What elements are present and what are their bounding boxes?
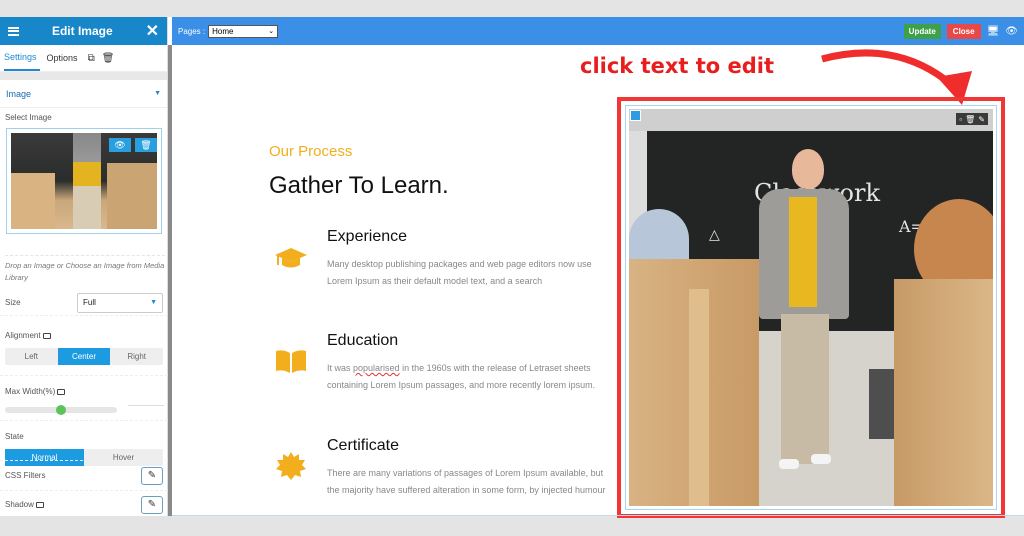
size-row: Size Full ▼ bbox=[0, 290, 168, 316]
divider bbox=[0, 72, 167, 80]
page-canvas: Our Process Gather To Learn. Experience … bbox=[172, 45, 1024, 518]
max-width-label: Max Width(%) bbox=[5, 387, 66, 396]
select-image-label: Select Image bbox=[5, 113, 52, 122]
max-width-input-line[interactable] bbox=[128, 405, 164, 406]
photo-wall bbox=[629, 109, 993, 131]
image-widget[interactable]: Classwork A=L △ bbox=[625, 105, 997, 510]
max-width-row: Max Width(%) bbox=[0, 375, 168, 415]
feature-text-part: It was bbox=[327, 363, 354, 373]
section-image-toggle[interactable]: Image ▼ bbox=[0, 80, 167, 108]
shadow-row: Shadow ✎ bbox=[0, 490, 168, 518]
chalk-triangle: △ bbox=[709, 227, 720, 243]
graduation-cap-icon bbox=[275, 248, 307, 268]
chevron-down-icon: ▼ bbox=[150, 299, 157, 306]
pencil-icon: ✎ bbox=[147, 469, 157, 481]
widget-handle-icon[interactable] bbox=[630, 110, 641, 121]
feature-text[interactable]: There are many variations of passages of… bbox=[327, 465, 612, 499]
pages-label: Pages : bbox=[178, 26, 206, 36]
desktop-icon[interactable] bbox=[42, 332, 51, 339]
feature-text[interactable]: It was popularised in the 1960s with the… bbox=[327, 360, 612, 394]
alignment-row: Alignment Left Center Right bbox=[0, 325, 168, 365]
photo-desk-right bbox=[894, 279, 993, 506]
trash-icon[interactable]: 🗑 bbox=[965, 115, 975, 124]
close-icon[interactable]: ✕ bbox=[146, 21, 159, 41]
align-right-button[interactable]: Right bbox=[110, 348, 163, 365]
menu-icon[interactable] bbox=[8, 26, 19, 36]
css-filters-edit-button[interactable]: ✎ bbox=[141, 466, 163, 485]
photo-shoe bbox=[811, 454, 831, 464]
close-button[interactable]: Close bbox=[946, 23, 981, 39]
editor-app: Edit Image ✕ Settings Options ⧉ 🗑 Image … bbox=[0, 17, 1024, 518]
desktop-icon[interactable] bbox=[57, 388, 66, 395]
preview-eye-icon[interactable]: 👁 bbox=[109, 138, 131, 152]
image-picker[interactable]: 👁 🗑 bbox=[6, 128, 162, 234]
slider-handle[interactable] bbox=[56, 405, 66, 415]
pencil-icon: ✎ bbox=[147, 498, 157, 510]
feature-title[interactable]: Education bbox=[327, 332, 398, 350]
sidebar-tabs: Settings Options ⧉ 🗑 bbox=[0, 45, 167, 72]
certificate-badge-icon bbox=[276, 452, 306, 480]
feature-title[interactable]: Experience bbox=[327, 228, 407, 246]
thumb-desk-left bbox=[11, 173, 55, 229]
section-headline[interactable]: Gather To Learn. bbox=[269, 172, 449, 200]
duplicate-icon[interactable]: ⧉ bbox=[88, 53, 95, 64]
css-filters-label: CSS Filters bbox=[5, 471, 46, 480]
tab-options[interactable]: Options bbox=[47, 46, 81, 70]
alignment-label: Alignment bbox=[5, 331, 51, 340]
topbar-actions: Update Close 🖥 👁 bbox=[903, 23, 1024, 39]
feature-text[interactable]: Many desktop publishing packages and web… bbox=[327, 256, 612, 290]
alignment-segmented: Left Center Right bbox=[5, 348, 163, 365]
caret-down-icon: ▼ bbox=[154, 90, 161, 97]
edit-sidebar: Edit Image ✕ Settings Options ⧉ 🗑 Image … bbox=[0, 17, 168, 516]
tab-settings[interactable]: Settings bbox=[4, 45, 40, 71]
widget-toolbar: ▫ 🗑 ✎ bbox=[956, 113, 988, 125]
remove-image-icon[interactable]: 🗑 bbox=[135, 138, 157, 152]
desktop-icon[interactable] bbox=[35, 501, 44, 508]
drop-hint: Drop an Image or Choose an Image from Me… bbox=[5, 255, 165, 284]
annotation-text: click text to edit bbox=[580, 54, 775, 78]
pages-value: Home bbox=[212, 26, 234, 36]
shadow-label-text: Shadow bbox=[5, 500, 34, 509]
chevron-down-icon: ⌄ bbox=[268, 28, 275, 35]
size-value: Full bbox=[83, 298, 96, 307]
copy-icon[interactable]: ▫ bbox=[959, 115, 962, 124]
section-eyebrow[interactable]: Our Process bbox=[269, 143, 352, 160]
photo-teacher-head bbox=[792, 149, 824, 189]
eye-icon[interactable]: 👁 bbox=[1005, 26, 1018, 37]
alignment-label-text: Alignment bbox=[5, 331, 41, 340]
photo-teacher-legs bbox=[781, 314, 829, 464]
canvas-bottom-border bbox=[172, 515, 1024, 516]
thumb-teacher bbox=[73, 133, 101, 229]
pencil-icon[interactable]: ✎ bbox=[978, 115, 985, 124]
sidebar-header: Edit Image ✕ bbox=[0, 17, 167, 45]
editor-topbar: Pages : Home ⌄ Update Close 🖥 👁 bbox=[172, 17, 1024, 45]
max-width-slider[interactable] bbox=[5, 405, 117, 415]
photo-desk-leg bbox=[689, 289, 709, 506]
sidebar-title: Edit Image bbox=[51, 24, 113, 38]
book-icon bbox=[276, 350, 306, 373]
max-width-label-text: Max Width(%) bbox=[5, 387, 56, 396]
size-select[interactable]: Full ▼ bbox=[77, 292, 163, 313]
align-center-button[interactable]: Center bbox=[57, 348, 111, 365]
photo-shoe bbox=[779, 459, 799, 469]
pages-select[interactable]: Home ⌄ bbox=[208, 24, 279, 38]
update-button[interactable]: Update bbox=[903, 23, 941, 39]
feature-title[interactable]: Certificate bbox=[327, 437, 399, 455]
shadow-edit-button[interactable]: ✎ bbox=[141, 495, 163, 514]
spellcheck-word: popularised bbox=[353, 363, 400, 373]
photo-teacher-shirt bbox=[789, 197, 817, 307]
size-label: Size bbox=[5, 298, 21, 307]
trash-icon[interactable]: 🗑 bbox=[102, 53, 115, 64]
classroom-photo[interactable]: Classwork A=L △ bbox=[629, 109, 993, 506]
css-filters-row: CSS Filters ✎ bbox=[0, 460, 168, 490]
desktop-preview-icon[interactable]: 🖥 bbox=[987, 26, 1000, 37]
align-left-button[interactable]: Left bbox=[5, 348, 58, 365]
image-thumbnail[interactable]: 👁 🗑 bbox=[11, 133, 157, 229]
section-label: Image bbox=[6, 88, 32, 99]
thumb-desk-right bbox=[107, 163, 157, 229]
shadow-label: Shadow bbox=[5, 500, 44, 509]
state-label: State bbox=[5, 432, 24, 441]
selected-image-highlight: Classwork A=L △ bbox=[617, 97, 1005, 518]
